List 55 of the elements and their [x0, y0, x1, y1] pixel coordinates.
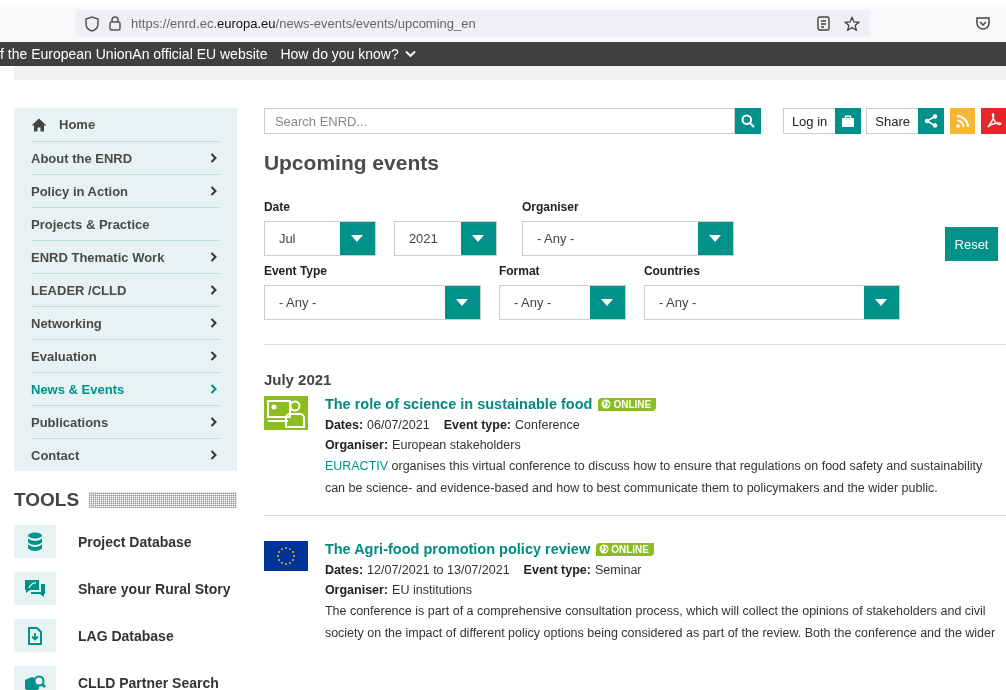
- online-badge: ONLINE: [596, 542, 654, 556]
- menu-item[interactable]: Publications: [31, 405, 220, 438]
- event-type: Seminar: [595, 563, 642, 577]
- filter-label: Event Type: [263, 264, 328, 278]
- event-type: Conference: [515, 418, 580, 432]
- menu-item[interactable]: About the ENRD: [31, 141, 220, 174]
- reset-button[interactable]: Reset: [945, 227, 998, 261]
- dropdown[interactable]: 2021: [393, 221, 497, 256]
- organiser-link[interactable]: EURACTIV: [324, 459, 389, 473]
- event-organiser: European stakeholders: [392, 438, 521, 452]
- dropdown[interactable]: - Any -: [521, 221, 734, 256]
- eu-official-text: f the European UnionAn official EU website: [0, 46, 268, 62]
- event-title-link[interactable]: The role of science in sustainable food: [324, 396, 593, 412]
- filter-label: Format: [498, 264, 541, 278]
- share-button[interactable]: Share: [866, 108, 944, 134]
- event-dates: 06/07/2021: [367, 418, 430, 432]
- field-label: Organiser:: [324, 438, 389, 452]
- field-label: Dates:: [324, 563, 364, 577]
- filter-label: Countries: [643, 264, 701, 278]
- event-description: The conference is part of a comprehensive consultation process, which will collect the opinions of stakeholders and civil society on the impact of different policy options being considered as part of the review. Both the conference and the wider: [324, 603, 997, 642]
- tool-link[interactable]: LAG Database: [78, 627, 174, 644]
- menu-item[interactable]: Projects & Practice: [31, 207, 220, 240]
- how-do-you-know-link[interactable]: How do you know?: [280, 46, 416, 62]
- event-dates: 12/07/2021 to 13/07/2021: [367, 563, 510, 577]
- log-in-button[interactable]: Log in: [782, 108, 862, 134]
- menu-item[interactable]: Contact: [31, 438, 220, 471]
- menu-item[interactable]: Networking: [31, 306, 220, 339]
- month-heading: July 2021: [263, 371, 333, 388]
- field-label: Event type:: [523, 563, 591, 577]
- dropdown[interactable]: - Any -: [498, 285, 626, 320]
- event-description: EURACTIV organises this virtual conference to discuss how to ensure that regulations on food safety and sustainability can be science- and evidence-based and how to best communicate them to policymakers and the wider public.: [324, 458, 984, 497]
- menu-item[interactable]: Evaluation: [31, 339, 220, 372]
- menu-item[interactable]: Policy in Action: [31, 174, 220, 207]
- menu-item[interactable]: Home: [31, 108, 220, 141]
- filter-label: Organiser: [521, 200, 580, 214]
- url-text: https://enrd.ec.europa.eu/news-events/events/upcoming_en: [131, 16, 477, 31]
- page-title: Upcoming events: [263, 151, 440, 175]
- tool-link[interactable]: CLLD Partner Search: [78, 674, 219, 690]
- address-bar[interactable]: https://enrd.ec.europa.eu/news-events/events/upcoming_en: [75, 10, 870, 37]
- tool-link[interactable]: Project Database: [78, 533, 192, 550]
- tools-heading: TOOLS: [14, 489, 80, 511]
- tool-link[interactable]: Share your Rural Story: [78, 580, 231, 597]
- online-badge: ONLINE: [598, 397, 657, 411]
- event-organiser: EU institutions: [392, 583, 472, 597]
- menu-item[interactable]: LEADER /CLLD: [31, 273, 220, 306]
- field-label: Event type:: [443, 418, 512, 432]
- dropdown[interactable]: - Any -: [643, 285, 900, 320]
- dropdown[interactable]: Jul: [263, 221, 376, 256]
- event-title-link[interactable]: The Agri-food promotion policy review: [324, 541, 591, 557]
- filter-label: Date: [263, 200, 291, 214]
- field-label: Organiser:: [324, 583, 389, 597]
- menu-item[interactable]: ENRD Thematic Work: [31, 240, 220, 273]
- field-label: Dates:: [324, 418, 364, 432]
- dropdown[interactable]: - Any -: [263, 285, 481, 320]
- search-field[interactable]: Search ENRD...: [264, 109, 734, 133]
